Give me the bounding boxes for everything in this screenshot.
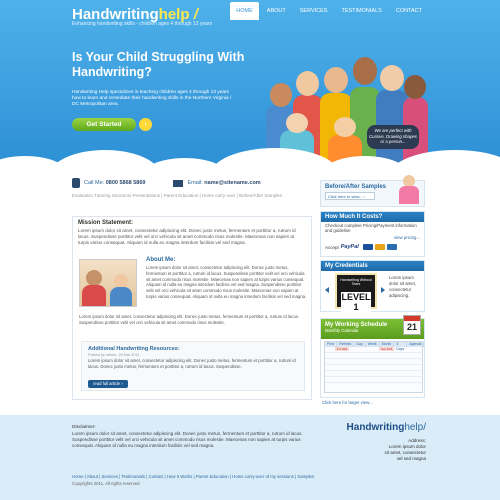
child-figure <box>296 71 319 96</box>
disclaimer-title: Disclaimer: <box>72 425 96 430</box>
child-figure <box>380 65 404 91</box>
child-writing-image <box>397 173 421 205</box>
footer-logo-help: help/ <box>404 422 426 433</box>
child-figure <box>353 57 377 85</box>
calendar-grid[interactable]: Print Refresh Day Week Month 4 Days Agen… <box>324 341 425 393</box>
child-figure <box>270 83 292 107</box>
about-title: About Me: <box>146 257 176 263</box>
main-nav: HOME ABOUT SERVICES TESTIMONIALS CONTACT <box>228 2 428 20</box>
footer-address: Address: Lorem ipsum dolor sit amet, con… <box>384 438 426 462</box>
about-section: About Me: Lorem ipsum dolor sit amet, co… <box>79 257 307 337</box>
card-icon <box>362 244 373 250</box>
nav-home[interactable]: HOME <box>230 2 259 20</box>
get-started-button[interactable]: Get Started <box>72 118 136 131</box>
card-icon <box>386 244 397 250</box>
certificate-top-text: Handwriting Without Tears <box>340 278 372 286</box>
calendar-icon: 21 <box>403 315 421 335</box>
email-label: Email: <box>187 180 203 186</box>
mail-icon <box>173 179 184 187</box>
pricing-widget: How Much It Costs? Checkout complete Pri… <box>320 211 425 257</box>
child-figure <box>324 67 348 93</box>
payment-methods: Accept PayPal <box>321 241 424 253</box>
tab-agenda[interactable]: Agenda <box>407 342 425 347</box>
footer-logo-main: Handwriting <box>346 422 405 433</box>
copyright: Copyrights 2011, All rights reserved <box>72 481 140 486</box>
calendar-day: 21 <box>406 322 417 332</box>
calendar-event[interactable]: Sat 10/8 <box>379 347 395 351</box>
resources-meta: Posted by admin, 26 Mar 2011 <box>88 353 140 357</box>
samples-view-button[interactable]: Click here to view... › <box>325 192 375 200</box>
calendar-row <box>325 377 422 383</box>
footer-logo[interactable]: Handwritinghelp/ <box>347 422 426 433</box>
phone-icon <box>72 178 80 188</box>
certificate-badge: Handwriting Without Tears LEVEL 1 CERTIF… <box>335 273 377 318</box>
certificate-level: LEVEL 1 <box>341 292 371 312</box>
get-started-arrow-icon[interactable]: › <box>139 118 152 131</box>
nav-contact[interactable]: CONTACT <box>390 2 428 20</box>
about-text-continued: Lorem ipsum dolor sit amet, consectetur … <box>79 314 300 325</box>
email-address[interactable]: name@sitename.com <box>204 180 260 186</box>
hero-banner: Handwritinghelp / Enhancing handwriting … <box>0 0 500 170</box>
main-content-box: Mission Statement: Lorem ipsum dolor sit… <box>72 216 312 400</box>
mission-title: Mission Statement: <box>78 220 134 226</box>
breadcrumb[interactable]: Evaluation Tutoring Sessions/ Presentati… <box>72 193 282 198</box>
hero-description: Handwriting Help specializes in teaching… <box>72 90 232 107</box>
mission-text: Lorem ipsum dolor sit amet, consectetur … <box>78 228 296 245</box>
nav-about[interactable]: ABOUT <box>261 2 292 20</box>
child-figure <box>404 75 426 99</box>
resources-text: Lorem ipsum dolor sit amet, consectetur … <box>88 358 296 369</box>
credentials-text: Lorem ipsum dolor sit amet, consectetur … <box>389 275 416 298</box>
call-label: Call Me: <box>84 180 105 186</box>
child-figure <box>286 113 308 133</box>
accept-label: Accept <box>325 244 339 250</box>
tutoring-photo <box>79 259 137 307</box>
larger-view-link[interactable]: Click here for larger view... <box>322 400 373 405</box>
prev-arrow-icon[interactable] <box>325 287 329 293</box>
pricing-text: Checkout complete Pricing/Payment inform… <box>325 223 417 233</box>
resources-box: Additional Handwriting Resources: Posted… <box>81 341 305 391</box>
next-arrow-icon[interactable] <box>381 287 385 293</box>
samples-widget: Before/After Samples Click here to view.… <box>320 175 425 207</box>
contact-bar: Call Me: 0800 5868 5869 Email: name@site… <box>72 178 261 188</box>
read-full-article-button[interactable]: read full article › <box>88 380 128 388</box>
speech-bubble: We are perfect with Cursive, Drawing sha… <box>367 125 419 149</box>
phone-number[interactable]: 0800 5868 5869 <box>106 180 146 186</box>
calendar-event[interactable]: Fri 10/6 <box>335 347 350 351</box>
child-figure <box>334 117 356 137</box>
footer-nav[interactable]: Home | About | Services | Testimonials |… <box>72 474 314 479</box>
tab-4days[interactable]: 4 Days <box>394 342 408 351</box>
schedule-widget: My Working Schedule Monthly Calendar 21 … <box>320 315 425 398</box>
nav-testimonials[interactable]: TESTIMONIALS <box>335 2 387 20</box>
disclaimer-text: Lorem ipsum dolor sit amet, consectetur … <box>72 431 303 448</box>
credentials-title: My Credentials <box>321 261 424 271</box>
nav-services[interactable]: SERVICES <box>294 2 334 20</box>
address-line: vel sed magna <box>396 456 426 461</box>
credentials-widget: My Credentials Handwriting Without Tears… <box>320 260 425 318</box>
pricing-title: How Much It Costs? <box>321 212 424 222</box>
site-tagline: Enhancing handwriting skills - children … <box>72 21 213 27</box>
hero-headline: Is Your Child Struggling With Handwritin… <box>72 50 245 79</box>
card-icon <box>374 244 385 250</box>
view-pricing-link[interactable]: view pricing... <box>321 234 424 241</box>
resources-title[interactable]: Additional Handwriting Resources: <box>88 346 298 352</box>
about-text: Lorem ipsum dolor sit amet, consectetur … <box>146 265 307 299</box>
paypal-logo: PayPal <box>340 244 359 250</box>
